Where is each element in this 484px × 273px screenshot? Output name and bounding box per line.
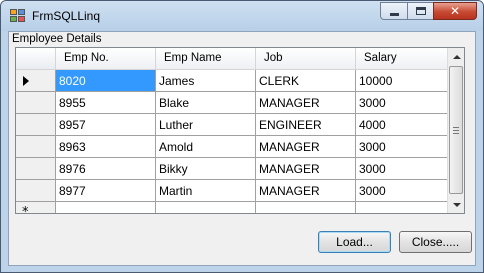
scroll-down-button[interactable] [448, 196, 464, 213]
cell-emp-name[interactable]: Martin [156, 180, 256, 202]
close-button[interactable]: Close..... [399, 231, 472, 253]
employee-data-grid[interactable]: Emp No. Emp Name Job Salary 8020 James CLE… [15, 47, 465, 214]
grid-corner-header[interactable] [16, 48, 56, 70]
cell-salary[interactable]: 4000 [356, 114, 456, 136]
cell-salary[interactable]: 3000 [356, 136, 456, 158]
cell-emp-name[interactable]: Bikky [156, 158, 256, 180]
main-window: FrmSQLLinq ✕ Employee Details Emp No. Em… [0, 0, 484, 273]
arrow-down-icon [452, 202, 461, 207]
cell-emp-no[interactable]: 8020 [56, 70, 156, 92]
row-header[interactable] [16, 180, 56, 202]
column-header-salary[interactable]: Salary [356, 48, 456, 70]
column-header-job[interactable]: Job [256, 48, 356, 70]
row-header[interactable] [16, 136, 56, 158]
scroll-up-button[interactable] [448, 48, 464, 65]
form-client-area: Employee Details Emp No. Emp Name Job Sa… [8, 31, 476, 266]
new-row-cell-emp-name[interactable] [156, 202, 256, 213]
close-window-button[interactable]: ✕ [433, 2, 477, 20]
app-icon[interactable] [10, 9, 26, 23]
minimize-button[interactable] [380, 2, 407, 20]
new-row-cell-job[interactable] [256, 202, 356, 213]
caption-buttons: ✕ [380, 2, 477, 21]
cell-emp-name[interactable]: Luther [156, 114, 256, 136]
table-row[interactable]: 8020 James CLERK 10000 [16, 70, 456, 92]
new-row-star-icon: * [22, 205, 29, 214]
grip-icon [453, 126, 459, 134]
cell-emp-name[interactable]: Blake [156, 92, 256, 114]
table-row[interactable]: 8976 Bikky MANAGER 3000 [16, 158, 456, 180]
new-row-cell-salary[interactable] [356, 202, 456, 213]
cell-emp-name[interactable]: Amold [156, 136, 256, 158]
scroll-thumb[interactable] [449, 66, 463, 194]
cell-emp-no[interactable]: 8957 [56, 114, 156, 136]
maximize-button[interactable] [407, 2, 433, 20]
new-row-header[interactable]: * [16, 202, 56, 214]
column-header-emp-name[interactable]: Emp Name [156, 48, 256, 70]
table-row[interactable]: 8977 Martin MANAGER 3000 [16, 180, 456, 202]
grid-body: Emp No. Emp Name Job Salary 8020 James CLE… [16, 48, 456, 213]
groupbox-label: Employee Details [12, 33, 102, 45]
cell-salary[interactable]: 3000 [356, 180, 456, 202]
table-row[interactable]: 8955 Blake MANAGER 3000 [16, 92, 456, 114]
load-button[interactable]: Load... [318, 231, 391, 253]
cell-emp-no[interactable]: 8963 [56, 136, 156, 158]
cell-salary[interactable]: 3000 [356, 92, 456, 114]
cell-emp-no[interactable]: 8976 [56, 158, 156, 180]
grid-header-row: Emp No. Emp Name Job Salary [16, 48, 456, 70]
vertical-scrollbar[interactable] [447, 48, 464, 213]
row-header[interactable] [16, 114, 56, 136]
new-row-cell-emp-no[interactable] [56, 202, 156, 213]
window-title: FrmSQLLinq [32, 9, 101, 23]
minimize-icon [389, 12, 399, 16]
cell-salary[interactable]: 3000 [356, 158, 456, 180]
cell-job[interactable]: MANAGER [256, 136, 356, 158]
column-header-emp-no[interactable]: Emp No. [56, 48, 156, 70]
row-header[interactable] [16, 158, 56, 180]
cell-salary[interactable]: 10000 [356, 70, 456, 92]
cell-emp-name[interactable]: James [156, 70, 256, 92]
cell-job[interactable]: ENGINEER [256, 114, 356, 136]
cell-job[interactable]: MANAGER [256, 92, 356, 114]
row-header[interactable] [16, 70, 56, 92]
maximize-icon [415, 7, 426, 15]
cell-emp-no[interactable]: 8977 [56, 180, 156, 202]
cell-job[interactable]: CLERK [256, 70, 356, 92]
close-icon: ✕ [449, 4, 461, 18]
new-row[interactable]: * [16, 202, 456, 214]
row-header[interactable] [16, 92, 56, 114]
cell-emp-no[interactable]: 8955 [56, 92, 156, 114]
current-row-arrow-icon [23, 76, 29, 86]
title-bar[interactable]: FrmSQLLinq ✕ [1, 1, 483, 31]
table-row[interactable]: 8957 Luther ENGINEER 4000 [16, 114, 456, 136]
table-row[interactable]: 8963 Amold MANAGER 3000 [16, 136, 456, 158]
arrow-up-icon [452, 54, 461, 59]
cell-job[interactable]: MANAGER [256, 158, 356, 180]
cell-job[interactable]: MANAGER [256, 180, 356, 202]
